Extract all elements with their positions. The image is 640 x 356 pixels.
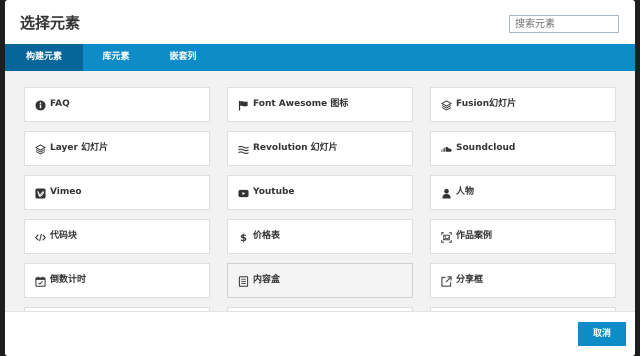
element-revolution-slider[interactable]: Revolution 幻灯片 [227, 131, 413, 166]
element-font-awesome[interactable]: Font Awesome 图标 [227, 87, 413, 122]
element-label: 倒数计时 [50, 275, 87, 285]
tab-bar: 构建元素 库元素 嵌套列 [5, 44, 635, 71]
info-circle-icon [34, 99, 46, 111]
element-countdown[interactable]: 倒数计时 [24, 263, 210, 298]
element-label: Fusion幻灯片 [456, 99, 517, 109]
element-label: Vimeo [50, 187, 82, 197]
element-label: 价格表 [253, 231, 281, 241]
element-person[interactable]: 人物 [430, 175, 616, 210]
element-content-box[interactable]: 内容盒 [227, 263, 413, 298]
element-vimeo[interactable]: Vimeo [24, 175, 210, 210]
element-label: Soundcloud [456, 143, 516, 153]
vimeo-icon [34, 187, 46, 199]
element-label: 作品案例 [456, 231, 493, 241]
element-picker-dialog: 选择元素 构建元素 库元素 嵌套列 FAQ Font Awesome 图标 Fu… [5, 0, 635, 356]
element-fusion-slider[interactable]: Fusion幻灯片 [430, 87, 616, 122]
element-label: FAQ [50, 99, 70, 109]
waves-icon [237, 143, 249, 155]
element-pricing-table[interactable]: $ 价格表 [227, 219, 413, 254]
content-box-icon [237, 275, 249, 287]
element-youtube[interactable]: Youtube [227, 175, 413, 210]
element-faq[interactable]: FAQ [24, 87, 210, 122]
element-share-box[interactable]: 分享框 [430, 263, 616, 298]
element-label: Youtube [253, 187, 295, 197]
person-icon [440, 187, 452, 199]
dialog-footer: 取消 [5, 311, 635, 356]
soundcloud-icon [440, 143, 452, 155]
tab-library-elements[interactable]: 库元素 [83, 44, 149, 71]
flag-icon [237, 99, 249, 111]
element-code-block[interactable]: 代码块 [24, 219, 210, 254]
element-label: 代码块 [50, 231, 78, 241]
calendar-icon [34, 275, 46, 287]
share-icon [440, 275, 452, 287]
portfolio-icon [440, 231, 452, 243]
layers-icon [34, 143, 46, 155]
youtube-icon [237, 187, 249, 199]
element-label: Font Awesome 图标 [253, 99, 349, 109]
element-grid: FAQ Font Awesome 图标 Fusion幻灯片 Layer 幻灯片 [5, 71, 635, 311]
element-portfolio[interactable]: 作品案例 [430, 219, 616, 254]
dialog-title: 选择元素 [20, 14, 81, 32]
tab-build-elements[interactable]: 构建元素 [5, 44, 83, 71]
dollar-icon: $ [237, 231, 249, 243]
dialog-header: 选择元素 [5, 0, 635, 44]
element-label: 人物 [456, 187, 475, 197]
code-icon [34, 231, 46, 243]
svg-text:$: $ [239, 233, 246, 243]
search-input[interactable] [509, 15, 619, 33]
cancel-button[interactable]: 取消 [578, 322, 626, 346]
element-label: Revolution 幻灯片 [253, 143, 338, 153]
element-label: 内容盒 [253, 275, 281, 285]
layers-icon [440, 99, 452, 111]
tab-nested-columns[interactable]: 嵌套列 [149, 44, 217, 71]
element-soundcloud[interactable]: Soundcloud [430, 131, 616, 166]
element-layer-slider[interactable]: Layer 幻灯片 [24, 131, 210, 166]
element-label: 分享框 [456, 275, 484, 285]
element-label: Layer 幻灯片 [50, 143, 109, 153]
